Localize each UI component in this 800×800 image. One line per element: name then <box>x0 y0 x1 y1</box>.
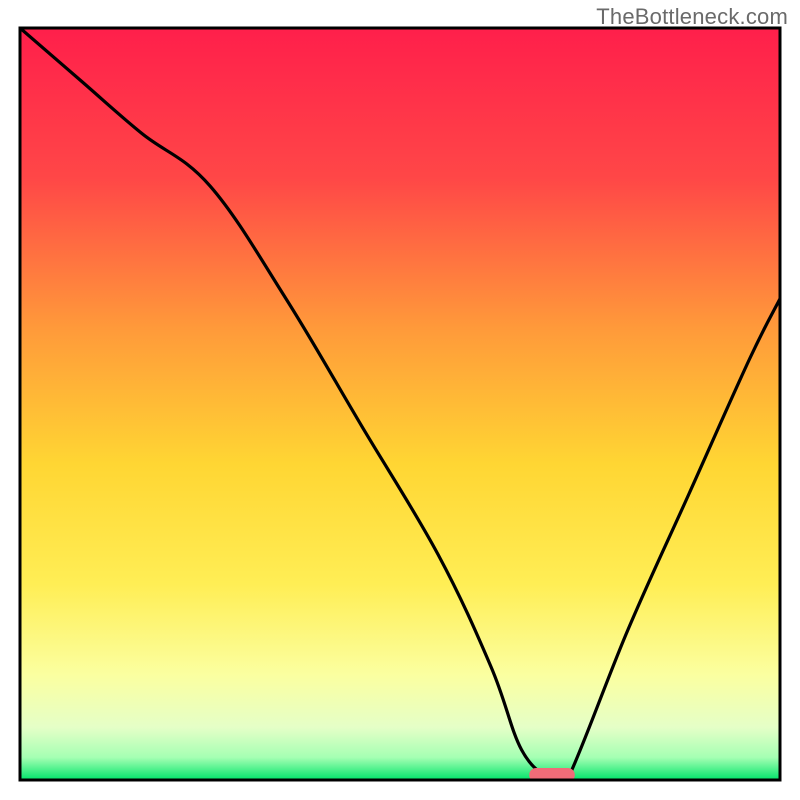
bottleneck-chart <box>0 0 800 800</box>
chart-stage: TheBottleneck.com <box>0 0 800 800</box>
gradient-background <box>20 28 780 780</box>
